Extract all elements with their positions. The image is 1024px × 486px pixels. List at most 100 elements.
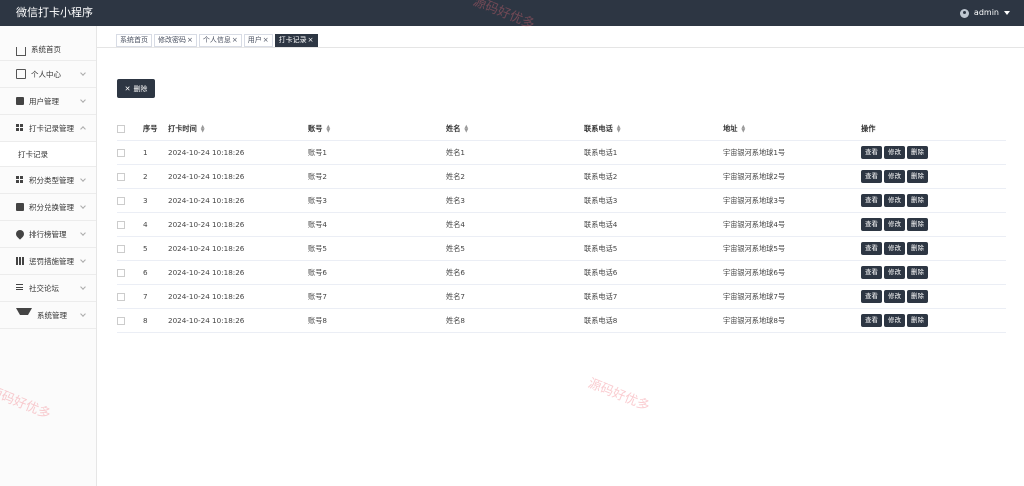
sidebar-item-label: 系统管理 [37, 310, 67, 320]
cell-phone: 联系电话8 [584, 308, 723, 333]
tab-change-password[interactable]: 修改密码 × [154, 34, 197, 47]
app-title: 微信打卡小程序 [16, 6, 93, 19]
cell-account: 账号4 [308, 212, 446, 237]
select-all-checkbox[interactable] [117, 125, 125, 133]
view-button[interactable]: 查看 [861, 194, 882, 207]
view-button[interactable]: 查看 [861, 266, 882, 279]
row-checkbox[interactable] [117, 221, 125, 229]
tab-label: 修改密码 [158, 36, 186, 44]
sidebar-item-penalty[interactable]: 惩罚措施管理 [0, 248, 96, 275]
edit-button[interactable]: 修改 [884, 146, 905, 159]
delete-button[interactable]: 删除 [907, 290, 928, 303]
row-checkbox[interactable] [117, 317, 125, 325]
close-icon[interactable]: × [232, 35, 238, 46]
tab-label: 用户 [247, 36, 262, 44]
tab-home[interactable]: 系统首页 [116, 34, 152, 47]
delete-button[interactable]: 删除 [907, 170, 928, 183]
view-button[interactable]: 查看 [861, 242, 882, 255]
row-checkbox[interactable] [117, 197, 125, 205]
delete-button[interactable]: 删除 [907, 194, 928, 207]
tab-profile[interactable]: 个人信息 × [198, 34, 242, 47]
funnel-icon [16, 307, 32, 323]
cell-phone: 联系电话7 [584, 284, 723, 309]
cell-actions: 查看 修改 删除 [861, 236, 1006, 261]
cell-no: 1 [143, 140, 168, 165]
cell-actions: 查看 修改 删除 [861, 188, 1006, 213]
sort-icon[interactable]: ▲ ▼ [326, 124, 330, 133]
edit-button[interactable]: 修改 [884, 290, 905, 303]
edit-button[interactable]: 修改 [884, 314, 905, 327]
user-menu[interactable]: admin [959, 8, 1010, 18]
row-checkbox[interactable] [117, 293, 125, 301]
view-button[interactable]: 查看 [861, 290, 882, 303]
row-checkbox[interactable] [117, 149, 125, 157]
col-header-name[interactable]: 姓名 ▲ ▼ [446, 117, 584, 141]
close-icon[interactable]: × [308, 35, 314, 46]
close-icon[interactable]: × [187, 35, 193, 46]
edit-button[interactable]: 修改 [884, 194, 905, 207]
table-row: 5 2024-10-24 10:18:26 账号5 姓名5 联系电话5 宇宙银河系地球5号… [117, 236, 1006, 261]
col-header-account[interactable]: 账号 ▲ ▼ [308, 117, 446, 141]
tab-label: 打卡记录 [278, 36, 307, 44]
sidebar-item-personal[interactable]: 个人中心 [0, 61, 96, 88]
cell-time: 2024-10-24 10:18:26 [168, 212, 308, 237]
col-header-phone[interactable]: 联系电话 ▲ ▼ [584, 117, 723, 141]
view-button[interactable]: 查看 [861, 170, 882, 183]
table-icon [16, 257, 24, 265]
close-icon[interactable]: × [263, 35, 269, 46]
table-row: 8 2024-10-24 10:18:26 账号8 姓名8 联系电话8 宇宙银河系地球8号… [117, 308, 1006, 333]
cell-name: 姓名7 [446, 284, 584, 309]
row-checkbox[interactable] [117, 269, 125, 277]
delete-button[interactable]: 删除 [907, 242, 928, 255]
edit-button[interactable]: 修改 [884, 266, 905, 279]
edit-button[interactable]: 修改 [884, 218, 905, 231]
cell-no: 4 [143, 212, 168, 237]
delete-button[interactable]: 删除 [907, 146, 928, 159]
sidebar-item-points-type[interactable]: 积分类型管理 [0, 167, 96, 194]
delete-button[interactable]: 删除 [907, 266, 928, 279]
sidebar-item-checkin-records[interactable]: 打卡记录管理 [0, 115, 96, 142]
edit-button[interactable]: 修改 [884, 170, 905, 183]
sidebar-item-users[interactable]: 用户管理 [0, 88, 96, 115]
sidebar-item-label: 用户管理 [29, 96, 59, 106]
row-checkbox[interactable] [117, 173, 125, 181]
cell-actions: 查看 修改 删除 [861, 164, 1006, 189]
tab-label: 个人信息 [202, 36, 231, 44]
sidebar-item-forum[interactable]: 社交论坛 [0, 275, 96, 302]
tab-users[interactable]: 用户 × [243, 34, 273, 47]
sidebar-item-system[interactable]: 系统管理 [0, 302, 96, 329]
sort-icon[interactable]: ▲ ▼ [617, 124, 621, 133]
chevron-down-icon [80, 284, 86, 290]
cell-time: 2024-10-24 10:18:26 [168, 260, 308, 285]
delete-button[interactable]: 删除 [907, 218, 928, 231]
sidebar-subitem-checkin[interactable]: 打卡记录 [0, 142, 96, 167]
table-row: 2 2024-10-24 10:18:26 账号2 姓名2 联系电话2 宇宙银河系地球2号… [117, 164, 1006, 189]
cell-time: 2024-10-24 10:18:26 [168, 308, 308, 333]
sort-icon[interactable]: ▲ ▼ [201, 124, 205, 133]
delete-label: 删除 [133, 84, 148, 93]
col-header-address[interactable]: 地址 ▲ ▼ [723, 117, 861, 141]
edit-button[interactable]: 修改 [884, 242, 905, 255]
delete-button[interactable]: 删除 [907, 314, 928, 327]
col-header-no: 序号 [143, 117, 168, 141]
sidebar-item-label: 个人中心 [31, 69, 61, 79]
sidebar-item-label: 社交论坛 [29, 283, 59, 293]
table-row: 4 2024-10-24 10:18:26 账号4 姓名4 联系电话4 宇宙银河系地球4号… [117, 212, 1006, 237]
sidebar-item-ranking[interactable]: 排行榜管理 [0, 221, 96, 248]
cell-address: 宇宙银河系地球1号 [723, 140, 861, 165]
view-button[interactable]: 查看 [861, 218, 882, 231]
cell-address: 宇宙银河系地球6号 [723, 260, 861, 285]
sidebar-item-points-exchange[interactable]: 积分兑换管理 [0, 194, 96, 221]
tab-checkin-records[interactable]: 打卡记录 × [274, 34, 318, 47]
sort-icon[interactable]: ▲ ▼ [464, 124, 468, 133]
sort-icon[interactable]: ▲ ▼ [741, 124, 745, 133]
cell-no: 6 [143, 260, 168, 285]
col-label: 打卡时间 [168, 123, 197, 133]
col-header-time[interactable]: 打卡时间 ▲ ▼ [168, 117, 308, 141]
view-button[interactable]: 查看 [861, 146, 882, 159]
row-checkbox[interactable] [117, 245, 125, 253]
view-button[interactable]: 查看 [861, 314, 882, 327]
sidebar-item-home[interactable]: 系统首页 [0, 39, 96, 61]
cell-phone: 联系电话2 [584, 164, 723, 189]
batch-delete-button[interactable]: ✕ 删除 [117, 79, 155, 98]
